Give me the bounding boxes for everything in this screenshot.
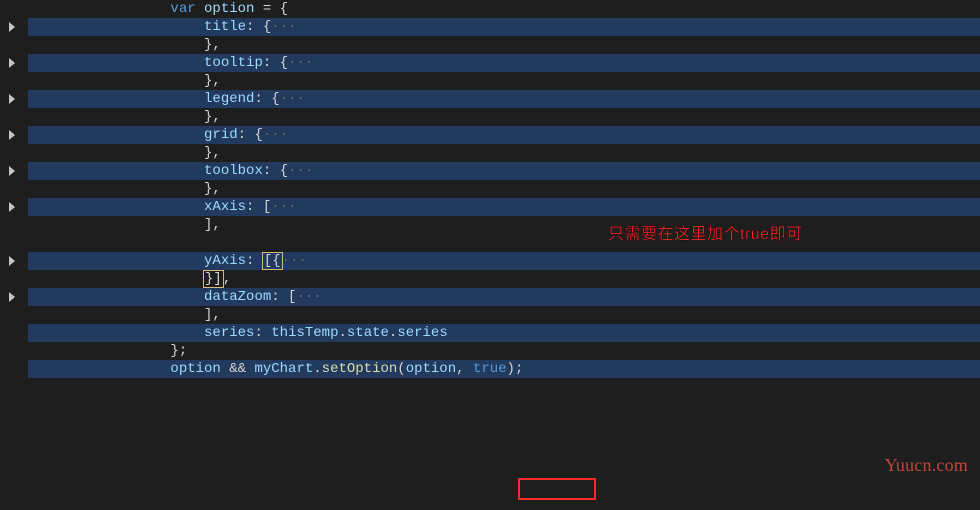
code-line[interactable]: legend: {··· bbox=[28, 90, 980, 108]
code-token: : { bbox=[238, 127, 263, 143]
code-token: : [ bbox=[246, 199, 271, 215]
code-token: }, bbox=[204, 73, 221, 89]
code-token: : { bbox=[254, 91, 279, 107]
code-token: ··· bbox=[288, 55, 313, 71]
code-token: ··· bbox=[296, 289, 321, 305]
code-token: xAxis bbox=[204, 199, 246, 215]
chevron-right-icon[interactable] bbox=[6, 129, 18, 141]
code-area[interactable]: var option = { title: {··· }, tooltip: {… bbox=[28, 0, 980, 510]
code-token: ··· bbox=[271, 199, 296, 215]
code-token: series bbox=[397, 325, 447, 341]
code-token: }, bbox=[204, 145, 221, 161]
code-token: ··· bbox=[280, 91, 305, 107]
code-token: grid bbox=[204, 127, 238, 143]
code-line[interactable]: tooltip: {··· bbox=[28, 54, 980, 72]
code-line[interactable]: }; bbox=[28, 342, 980, 360]
code-token: myChart bbox=[254, 361, 313, 377]
code-line[interactable]: xAxis: [··· bbox=[28, 198, 980, 216]
code-token: [{ bbox=[262, 252, 283, 270]
code-token: : { bbox=[263, 55, 288, 71]
code-token: thisTemp bbox=[271, 325, 338, 341]
code-token: title bbox=[204, 19, 246, 35]
chevron-right-icon[interactable] bbox=[6, 21, 18, 33]
chevron-right-icon[interactable] bbox=[6, 255, 18, 267]
code-line[interactable]: }, bbox=[28, 180, 980, 198]
code-line[interactable]: yAxis: [{··· bbox=[28, 252, 980, 270]
code-line[interactable]: }, bbox=[28, 72, 980, 90]
code-token: : { bbox=[263, 163, 288, 179]
code-line[interactable]: title: {··· bbox=[28, 18, 980, 36]
code-token: }, bbox=[204, 109, 221, 125]
code-token: yAxis bbox=[204, 253, 246, 269]
code-token: ], bbox=[204, 217, 221, 233]
code-token: = { bbox=[254, 1, 288, 17]
code-line[interactable]: }, bbox=[28, 36, 980, 54]
code-token: }, bbox=[204, 37, 221, 53]
annotation-label: 只需要在这里加个true即可 bbox=[608, 226, 803, 244]
code-token: : { bbox=[246, 19, 271, 35]
code-token: option bbox=[406, 361, 456, 377]
code-token: ); bbox=[507, 361, 524, 377]
code-line[interactable]: option && myChart.setOption(option, true… bbox=[28, 360, 980, 378]
code-line[interactable]: toolbox: {··· bbox=[28, 162, 980, 180]
code-line[interactable]: dataZoom: [··· bbox=[28, 288, 980, 306]
code-token: . bbox=[338, 325, 346, 341]
code-token: ], bbox=[204, 307, 221, 323]
code-token: }] bbox=[203, 270, 224, 288]
code-token: toolbox bbox=[204, 163, 263, 179]
code-line[interactable]: }], bbox=[28, 270, 980, 288]
code-line[interactable]: }, bbox=[28, 144, 980, 162]
code-token: option bbox=[170, 361, 220, 377]
code-token: ( bbox=[397, 361, 405, 377]
code-token: dataZoom bbox=[204, 289, 271, 305]
code-token: ··· bbox=[271, 19, 296, 35]
code-line[interactable]: }, bbox=[28, 108, 980, 126]
code-token: ··· bbox=[282, 253, 307, 269]
code-token: series bbox=[204, 325, 254, 341]
code-line[interactable]: series: thisTemp.state.series bbox=[28, 324, 980, 342]
code-editor[interactable]: var option = { title: {··· }, tooltip: {… bbox=[0, 0, 980, 510]
code-token: option bbox=[204, 1, 254, 17]
code-token: && bbox=[221, 361, 255, 377]
code-token: : bbox=[246, 253, 263, 269]
chevron-right-icon[interactable] bbox=[6, 165, 18, 177]
code-token: }, bbox=[204, 181, 221, 197]
code-token: ··· bbox=[263, 127, 288, 143]
code-line[interactable]: ], bbox=[28, 306, 980, 324]
code-token: ··· bbox=[288, 163, 313, 179]
code-line[interactable]: grid: {··· bbox=[28, 126, 980, 144]
code-token: var bbox=[170, 1, 204, 17]
code-line[interactable]: ], bbox=[28, 216, 980, 234]
chevron-right-icon[interactable] bbox=[6, 93, 18, 105]
code-token: : bbox=[254, 325, 271, 341]
code-token: }; bbox=[170, 343, 187, 359]
code-token: . bbox=[313, 361, 321, 377]
code-token: state bbox=[347, 325, 389, 341]
code-token: true bbox=[473, 361, 507, 377]
chevron-right-icon[interactable] bbox=[6, 57, 18, 69]
code-token: : [ bbox=[271, 289, 296, 305]
code-token: , bbox=[456, 361, 473, 377]
watermark: Yuucn.com bbox=[885, 456, 968, 474]
fold-gutter bbox=[0, 0, 28, 510]
code-line[interactable]: var option = { bbox=[28, 0, 980, 18]
code-token: , bbox=[223, 271, 231, 287]
chevron-right-icon[interactable] bbox=[6, 291, 18, 303]
chevron-right-icon[interactable] bbox=[6, 201, 18, 213]
code-token: legend bbox=[204, 91, 254, 107]
code-token: setOption bbox=[322, 361, 398, 377]
code-token: tooltip bbox=[204, 55, 263, 71]
code-line[interactable] bbox=[28, 234, 980, 252]
